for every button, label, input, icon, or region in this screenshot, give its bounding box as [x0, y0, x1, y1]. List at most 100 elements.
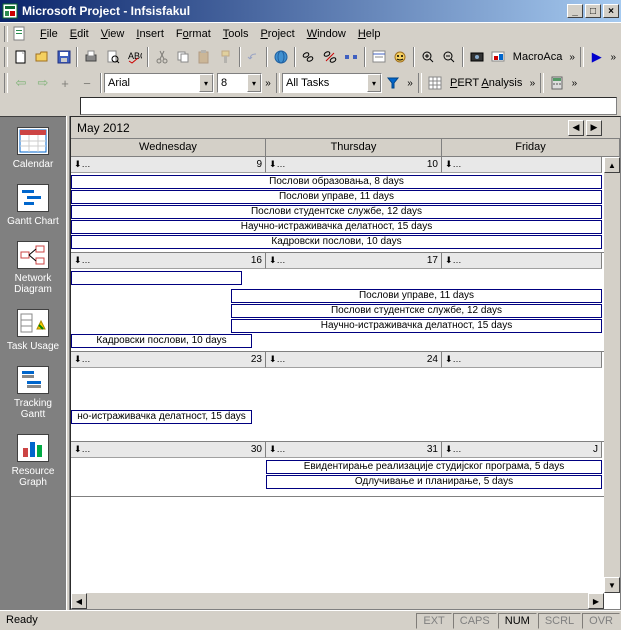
grip-icon[interactable] [4, 73, 8, 93]
view-network[interactable]: Network Diagram [0, 235, 66, 303]
scroll-left-button[interactable]: ◀ [71, 593, 87, 609]
day-cell-header[interactable]: ⬇…23 [71, 352, 266, 368]
task-bar[interactable]: Одлучивање и планирање, 5 days [266, 475, 602, 489]
menu-view[interactable]: View [95, 26, 131, 42]
format-painter-icon[interactable] [215, 46, 236, 68]
goto-task-icon[interactable] [466, 46, 487, 68]
task-bar[interactable]: Послови управе, 11 days [71, 190, 602, 204]
copy-icon[interactable] [172, 46, 193, 68]
day-cell-header[interactable]: ⬇… [442, 352, 602, 368]
zoom-out-icon[interactable] [438, 46, 459, 68]
view-gantt[interactable]: Gantt Chart [0, 178, 66, 235]
day-cell-header[interactable]: ⬇…31 [266, 442, 442, 458]
task-bar[interactable]: Научно-истраживачка делатност, 15 days [231, 319, 602, 333]
task-bar[interactable]: Послови студентске службе, 12 days [71, 205, 602, 219]
day-cell-header[interactable]: ⬇…16 [71, 253, 266, 269]
toolbar-overflow-icon[interactable]: » [262, 78, 274, 89]
spelling-icon[interactable]: ABC [123, 46, 144, 68]
vertical-scrollbar[interactable]: ▲ ▼ [604, 157, 620, 593]
print-icon[interactable] [80, 46, 101, 68]
menu-project[interactable]: Project [254, 26, 300, 42]
undo-icon[interactable] [243, 46, 264, 68]
grip-icon[interactable] [4, 26, 8, 42]
pert-analysis-label[interactable]: PERT Analysis [446, 77, 526, 89]
task-bar[interactable]: но-истраживачка делатност, 15 days [71, 410, 252, 424]
copy-picture-icon[interactable] [487, 46, 508, 68]
menu-file[interactable]: File [34, 26, 64, 42]
filter-combo[interactable]: All Tasks▾ [282, 73, 382, 93]
grip-icon[interactable] [276, 73, 280, 93]
task-bar[interactable]: Послови образовања, 8 days [71, 175, 602, 189]
pert-grid-icon[interactable] [424, 72, 446, 94]
task-notes-icon[interactable] [389, 46, 410, 68]
day-cell-header[interactable]: ⬇…9 [71, 157, 266, 173]
task-bar[interactable]: Послови управе, 11 days [231, 289, 602, 303]
day-cell-header[interactable]: ⬇…10 [266, 157, 442, 173]
link-tasks-icon[interactable] [298, 46, 319, 68]
toolbar-overflow-icon[interactable]: » [566, 52, 578, 63]
entry-input[interactable] [80, 97, 617, 115]
day-cell-header[interactable]: ⬇…30 [71, 442, 266, 458]
day-cell-header[interactable]: ⬇…24 [266, 352, 442, 368]
task-info-icon[interactable] [368, 46, 389, 68]
view-task-usage[interactable]: Task Usage [0, 303, 66, 360]
task-bar[interactable]: Научно-истраживачка делатност, 15 days [71, 220, 602, 234]
toolbar-overflow-icon[interactable]: » [526, 78, 538, 89]
day-cell-header[interactable]: ⬇…J [442, 442, 602, 458]
menu-tools[interactable]: Tools [217, 26, 255, 42]
cut-icon[interactable] [151, 46, 172, 68]
next-month-button[interactable]: ▶ [586, 120, 602, 136]
prev-month-button[interactable]: ◀ [568, 120, 584, 136]
indent-icon[interactable]: ⇨ [32, 72, 54, 94]
view-calendar[interactable]: Calendar [0, 121, 66, 178]
minimize-button[interactable]: _ [567, 4, 583, 18]
paste-icon[interactable] [194, 46, 215, 68]
day-cell-header[interactable]: ⬇… [442, 253, 602, 269]
menu-window[interactable]: Window [301, 26, 352, 42]
chevron-down-icon[interactable]: ▾ [199, 74, 213, 92]
toolbar-overflow-icon[interactable]: » [404, 78, 416, 89]
close-button[interactable]: × [603, 4, 619, 18]
chevron-down-icon[interactable]: ▾ [247, 74, 261, 92]
grip-icon[interactable] [580, 47, 584, 67]
menu-help[interactable]: Help [352, 26, 387, 42]
zoom-in-icon[interactable] [417, 46, 438, 68]
horizontal-scrollbar[interactable]: ◀ ▶ [71, 593, 604, 609]
autofilter-icon[interactable] [382, 72, 404, 94]
open-icon[interactable] [31, 46, 52, 68]
print-preview-icon[interactable] [102, 46, 123, 68]
scroll-right-button[interactable]: ▶ [588, 593, 604, 609]
menu-insert[interactable]: Insert [130, 26, 170, 42]
unlink-tasks-icon[interactable] [319, 46, 340, 68]
day-cell-header[interactable]: ⬇…17 [266, 253, 442, 269]
scroll-up-button[interactable]: ▲ [604, 157, 620, 173]
view-tracking-gantt[interactable]: Tracking Gantt [0, 360, 66, 428]
grip-icon[interactable] [4, 47, 8, 67]
day-cell-header[interactable]: ⬇… [442, 157, 602, 173]
task-bar[interactable] [71, 271, 242, 285]
new-icon[interactable] [10, 46, 31, 68]
toolbar-overflow-icon[interactable]: » [607, 52, 619, 63]
task-bar[interactable]: Послови студентске службе, 12 days [231, 304, 602, 318]
hide-subtasks-icon[interactable]: − [76, 72, 98, 94]
show-subtasks-icon[interactable]: + [54, 72, 76, 94]
task-bar[interactable]: Кадровски послови, 10 days [71, 334, 252, 348]
toolbar-overflow-icon[interactable]: » [568, 78, 580, 89]
font-combo[interactable]: Arial▾ [104, 73, 214, 93]
menu-format[interactable]: Format [170, 26, 217, 42]
grip-icon[interactable] [418, 73, 422, 93]
calendar-body[interactable]: ⬇…9⬇…10⬇…Послови образовања, 8 daysПосло… [71, 157, 620, 609]
chevron-down-icon[interactable]: ▾ [367, 74, 381, 92]
grip-icon[interactable] [540, 73, 544, 93]
view-resource-graph[interactable]: Resource Graph [0, 428, 66, 496]
task-bar[interactable]: Евидентирање реализације студијског прог… [266, 460, 602, 474]
task-bar[interactable]: Кадровски послови, 10 days [71, 235, 602, 249]
font-size-combo[interactable]: 8▾ [217, 73, 262, 93]
calculator-icon[interactable] [546, 72, 568, 94]
play-icon[interactable]: ▶ [586, 46, 607, 68]
outdent-icon[interactable]: ⇦ [10, 72, 32, 94]
menu-edit[interactable]: Edit [64, 26, 95, 42]
maximize-button[interactable]: □ [585, 4, 601, 18]
split-task-icon[interactable] [341, 46, 362, 68]
macro-label[interactable]: MacroAca [509, 51, 567, 63]
